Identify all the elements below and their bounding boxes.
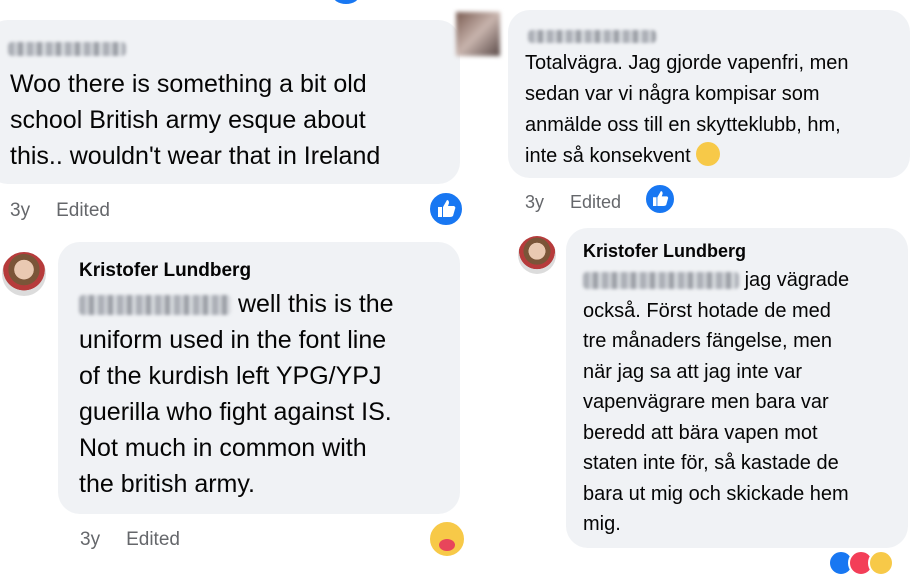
comment-meta: 3y Edited bbox=[10, 200, 136, 222]
avatar[interactable] bbox=[456, 12, 500, 56]
comment-text-line: uniform used in the font line bbox=[79, 326, 387, 354]
comment-bubble: Kristofer Lundberg jag vägrade också. Fö… bbox=[566, 228, 908, 548]
like-icon bbox=[332, 0, 360, 4]
comment-text-line: vapenvägrare men bara var bbox=[583, 391, 829, 413]
comment-text-line: Totalvägra. Jag gjorde vapenfri, men bbox=[525, 52, 849, 74]
author-name-blurred[interactable] bbox=[8, 42, 126, 56]
comment-text-line: bara ut mig och skickade hem bbox=[583, 482, 849, 505]
reactions-cluster-icon[interactable] bbox=[828, 550, 920, 576]
comment-text-line: this.. wouldn't wear that in Ireland bbox=[10, 142, 381, 170]
mentioned-name-blurred[interactable] bbox=[79, 295, 231, 316]
weary-face-emoji-icon bbox=[696, 142, 721, 166]
comment-text-line: Not much in common with bbox=[79, 434, 367, 462]
comment-meta: 3y Edited bbox=[525, 192, 647, 213]
avatar[interactable] bbox=[2, 252, 46, 296]
comment-text-line: sedan var vi några kompisar som bbox=[525, 83, 820, 105]
comment-age-link[interactable]: 3y bbox=[80, 529, 100, 550]
comment-text-line: the british army. bbox=[79, 470, 255, 498]
author-name-blurred[interactable] bbox=[528, 30, 656, 43]
comment-bubble: Totalvägra. Jag gjorde vapenfri, men sed… bbox=[508, 10, 910, 178]
comment-text-line: mig. bbox=[583, 513, 621, 535]
care-reaction-icon[interactable] bbox=[428, 520, 466, 558]
comment-text-line: när jag sa att jag inte var bbox=[583, 360, 803, 383]
comment-text-line: anmälde oss till en skytteklubb, hm, bbox=[525, 114, 841, 136]
comment-text-line: tre månaders fängelse, men bbox=[583, 330, 833, 352]
like-reaction-icon[interactable] bbox=[428, 191, 464, 227]
comment-meta: 3y Edited bbox=[80, 529, 206, 551]
comment-text-line: well this is the bbox=[79, 286, 394, 322]
edited-link[interactable]: Edited bbox=[126, 529, 180, 550]
like-reaction-icon[interactable] bbox=[644, 183, 676, 215]
comment-text-line: beredd att bära vapen mot bbox=[583, 421, 818, 444]
comment-bubble: Kristofer Lundberg well this is the unif… bbox=[58, 242, 460, 514]
comment-text-line: jag vägrade bbox=[583, 265, 849, 296]
mentioned-name-blurred[interactable] bbox=[583, 272, 739, 290]
comment-text-line: Woo there is something a bit old bbox=[10, 70, 367, 98]
edited-link[interactable]: Edited bbox=[570, 192, 621, 212]
comment-text-line: också. Först hotade de med bbox=[583, 299, 831, 322]
author-name[interactable]: Kristofer Lundberg bbox=[583, 241, 746, 262]
avatar[interactable] bbox=[518, 236, 556, 274]
comment-text-line: school British army esque about bbox=[10, 106, 366, 134]
comment-text-line: inte så konsekvent bbox=[525, 141, 849, 172]
comment-text-line: guerilla who fight against IS. bbox=[79, 398, 392, 426]
author-name[interactable]: Kristofer Lundberg bbox=[79, 260, 251, 282]
edited-link[interactable]: Edited bbox=[56, 200, 110, 221]
comment-text-line: of the kurdish left YPG/YPJ bbox=[79, 362, 382, 390]
comment-bubble: Woo there is something a bit old school … bbox=[0, 20, 460, 184]
comment-age-link[interactable]: 3y bbox=[10, 200, 30, 221]
comment-text-line: staten inte för, så kastade de bbox=[583, 452, 839, 474]
comment-age-link[interactable]: 3y bbox=[525, 192, 544, 212]
